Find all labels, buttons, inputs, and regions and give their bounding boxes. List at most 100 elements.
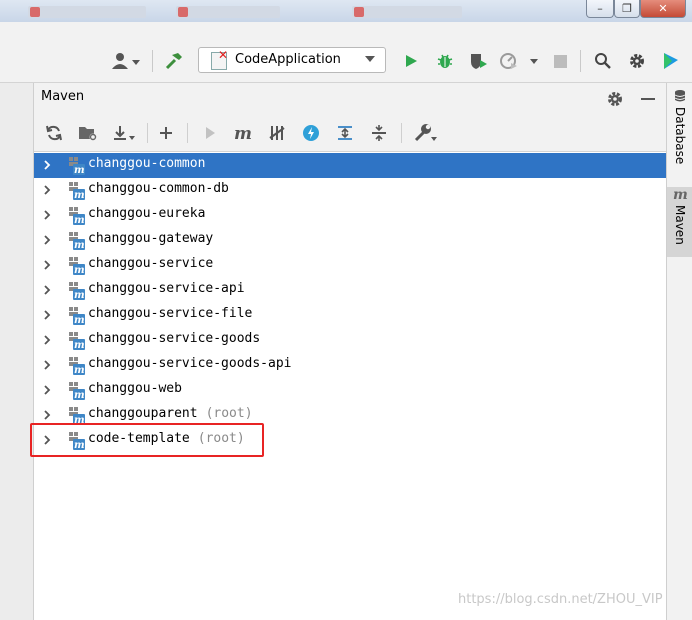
minimize-button[interactable]: – <box>586 0 614 18</box>
tree-row-label: changgouparent (root) <box>88 406 253 421</box>
tree-row[interactable]: m changgou-service-api <box>34 278 666 303</box>
project-root-suffix: (root) <box>205 406 253 421</box>
tree-row[interactable]: m changgou-service-goods <box>34 328 666 353</box>
chevron-right-icon[interactable] <box>41 309 53 321</box>
tree-row-label: changgou-common <box>88 156 205 171</box>
database-tool-tab[interactable]: Database <box>667 89 692 183</box>
svg-text:m: m <box>74 165 85 175</box>
stop-icon <box>553 54 567 68</box>
toolbar-separator <box>187 123 188 143</box>
execute-goal-button[interactable]: m <box>232 122 254 144</box>
project-name: changgou-service-goods <box>88 331 261 346</box>
search-button[interactable] <box>592 50 614 72</box>
chevron-down-icon <box>365 56 375 62</box>
maven-settings-button[interactable] <box>412 122 440 144</box>
settings-button[interactable] <box>626 50 648 72</box>
browser-tab[interactable] <box>176 6 280 18</box>
project-name: changgou-common <box>88 156 206 171</box>
maven-module-icon: m <box>67 331 85 351</box>
reload-projects-button[interactable] <box>43 122 65 144</box>
stop-button[interactable] <box>549 50 571 72</box>
tree-row-label: changgou-gateway <box>88 231 213 246</box>
hide-panel-button[interactable] <box>637 88 659 110</box>
chevron-right-icon[interactable] <box>41 234 53 246</box>
user-icon <box>112 53 140 69</box>
toggle-offline-button[interactable] <box>266 122 288 144</box>
run-maven-build-button[interactable] <box>199 122 221 144</box>
collapse-all-button[interactable] <box>368 122 390 144</box>
chevron-right-icon[interactable] <box>41 334 53 346</box>
plus-icon <box>160 127 172 139</box>
expand-all-icon <box>338 126 352 140</box>
tree-row-label: changgou-service-api <box>88 281 245 296</box>
toolbox-button[interactable] <box>660 50 682 72</box>
run-configuration-label: CodeApplication <box>235 52 341 67</box>
tree-row-label: changgou-service <box>88 256 213 271</box>
maven-panel-header: Maven <box>34 83 666 115</box>
highlight-annotation <box>30 423 264 457</box>
tree-row[interactable]: m changgou-web <box>34 378 666 403</box>
tree-row[interactable]: m changgou-service <box>34 253 666 278</box>
maven-toolbar: m <box>34 115 666 152</box>
run-icon <box>206 127 215 139</box>
chevron-right-icon[interactable] <box>41 259 53 271</box>
show-dependencies-button[interactable] <box>334 122 356 144</box>
maximize-button[interactable]: ❐ <box>614 0 640 18</box>
tree-row[interactable]: m changgou-eureka <box>34 203 666 228</box>
panel-title: Maven <box>41 89 85 104</box>
tree-row-label: changgou-service-goods-api <box>88 356 292 371</box>
download-sources-button[interactable] <box>110 122 138 144</box>
account-button[interactable] <box>110 50 142 72</box>
panel-settings-button[interactable] <box>604 88 626 110</box>
toolbar-separator <box>147 123 148 143</box>
tree-row[interactable]: m changgou-gateway <box>34 228 666 253</box>
close-button[interactable]: ✕ <box>640 0 686 18</box>
chevron-right-icon[interactable] <box>41 359 53 371</box>
svg-text:m: m <box>74 265 85 275</box>
add-project-button[interactable] <box>155 122 177 144</box>
generate-sources-button[interactable] <box>77 122 99 144</box>
coverage-button[interactable] <box>467 50 489 72</box>
profile-button[interactable] <box>498 50 542 72</box>
project-name: changgou-eureka <box>88 206 206 221</box>
chevron-right-icon[interactable] <box>41 409 53 421</box>
chevron-right-icon[interactable] <box>41 159 53 171</box>
skip-tests-button[interactable] <box>300 122 322 144</box>
tree-row-label: changgou-web <box>88 381 182 396</box>
tree-row[interactable]: m changgou-common <box>34 153 666 178</box>
run-configuration-selector[interactable]: ✕ CodeApplication <box>198 47 386 73</box>
collapse-all-icon <box>372 125 386 141</box>
minimize-icon <box>641 98 655 100</box>
run-button[interactable] <box>400 50 422 72</box>
gear-icon <box>608 92 622 106</box>
tree-row[interactable]: m changgou-common-db <box>34 178 666 203</box>
chevron-right-icon[interactable] <box>41 284 53 296</box>
browser-tab[interactable] <box>352 6 462 18</box>
project-name: changgouparent <box>88 406 198 421</box>
project-name: changgou-common-db <box>88 181 229 196</box>
close-icon: ✕ <box>658 2 668 15</box>
database-icon <box>674 90 686 102</box>
toolbar-separator <box>152 50 153 72</box>
project-name: changgou-gateway <box>88 231 214 246</box>
tree-row[interactable]: m changgou-service-goods-api <box>34 353 666 378</box>
maven-module-icon: m <box>67 231 85 251</box>
maven-icon: m <box>673 187 688 201</box>
profiler-icon <box>500 53 538 69</box>
run-icon <box>406 55 417 67</box>
bug-icon <box>437 54 453 68</box>
chevron-right-icon[interactable] <box>41 209 53 221</box>
browser-tab[interactable] <box>28 6 146 18</box>
chevron-right-icon[interactable] <box>41 184 53 196</box>
maven-tool-tab[interactable]: m Maven <box>667 187 692 257</box>
coverage-icon <box>471 54 487 69</box>
build-button[interactable] <box>163 50 185 72</box>
toolbar-separator <box>401 123 402 143</box>
maven-module-icon: m <box>67 206 85 226</box>
maven-tool-window: Maven m m changgou-common m changgou-com… <box>34 83 666 620</box>
application-config-icon: ✕ <box>211 48 228 70</box>
download-icon <box>114 126 135 140</box>
debug-button[interactable] <box>434 50 456 72</box>
tree-row[interactable]: m changgou-service-file <box>34 303 666 328</box>
chevron-right-icon[interactable] <box>41 384 53 396</box>
